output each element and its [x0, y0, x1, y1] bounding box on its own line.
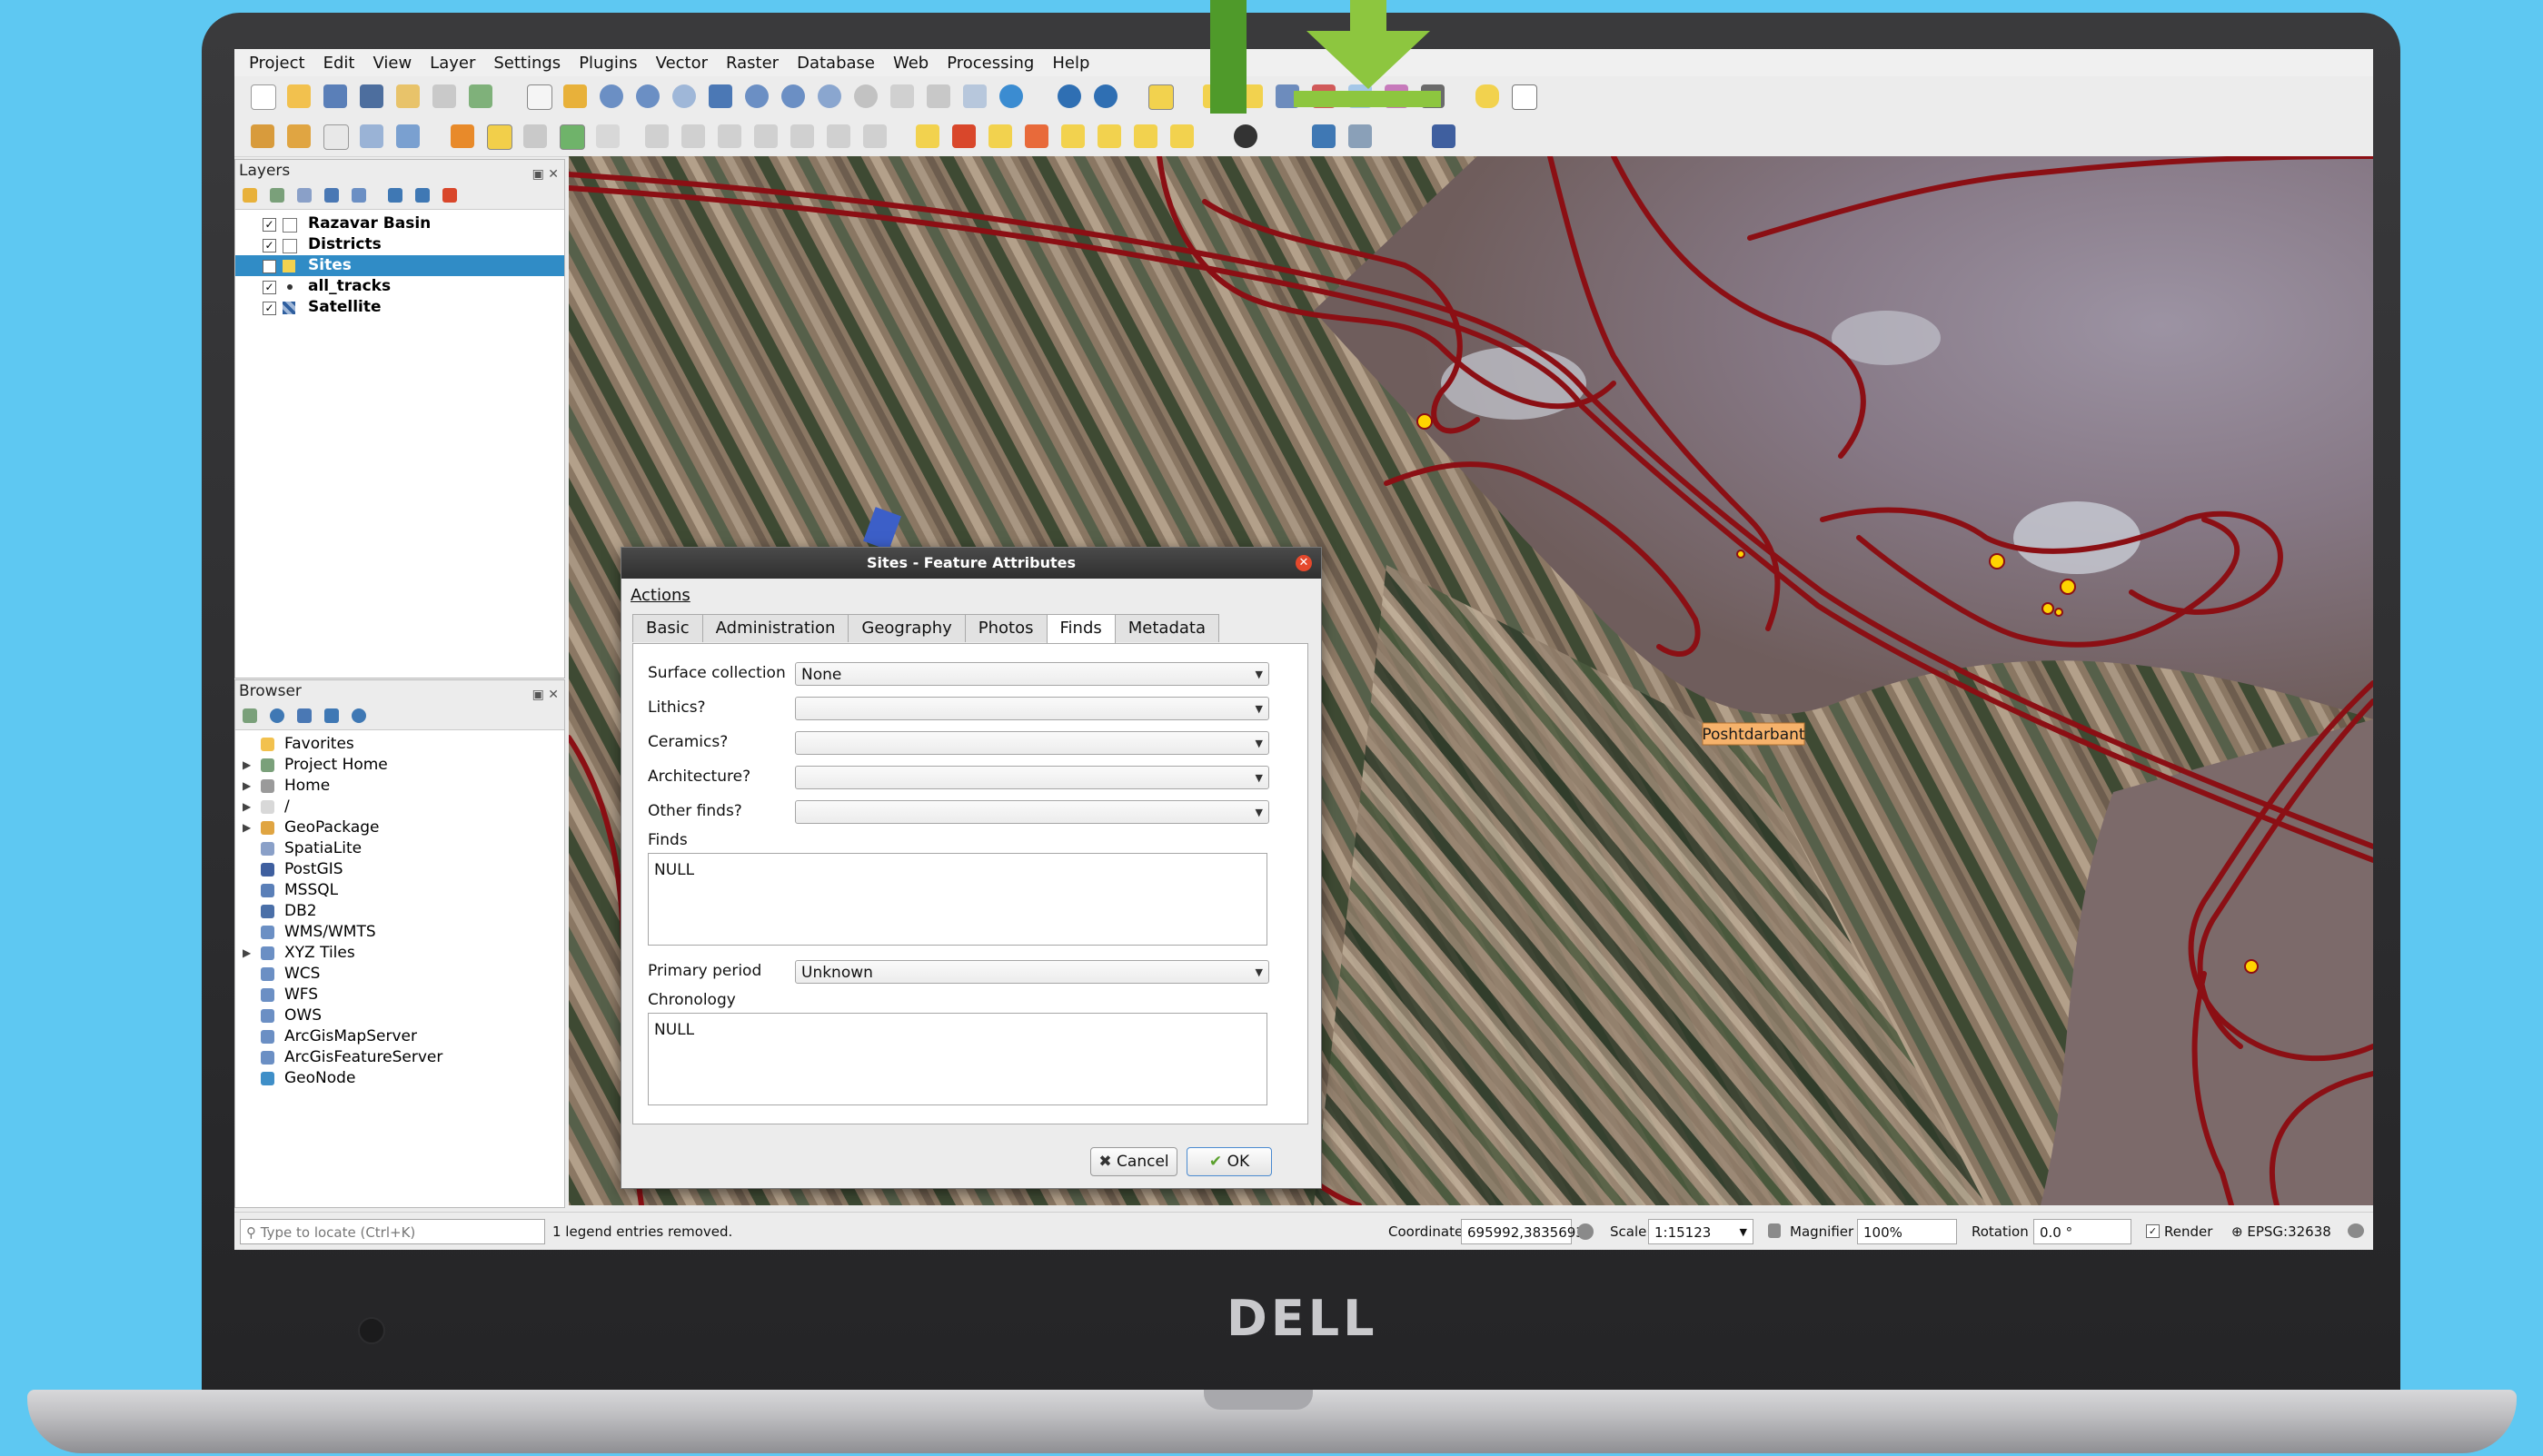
arrow-light-green	[1294, 0, 1441, 107]
arrow-dark-green	[1210, 0, 1247, 114]
annotation-overlay	[1210, 0, 1441, 114]
